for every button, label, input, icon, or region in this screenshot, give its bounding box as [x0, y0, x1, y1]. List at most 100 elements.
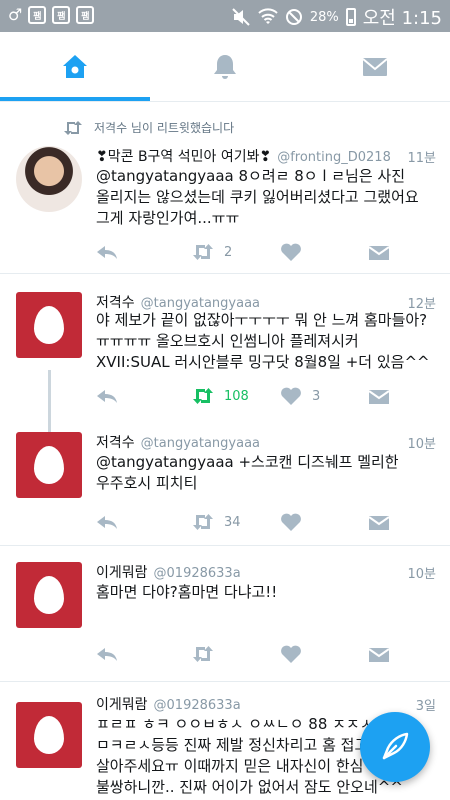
timestamp: 11분: [407, 151, 436, 166]
timeline: 저격수 님이 리트윗했습니다 ❣막콘 B구역 석민아 여기봐❣ @fronting…: [0, 102, 450, 800]
timestamp: 10분: [407, 437, 436, 452]
display-name[interactable]: 저격수: [96, 295, 135, 311]
avatar[interactable]: [16, 292, 82, 358]
retweet-count: 2: [224, 244, 233, 260]
tweet-text: @tangyatangyaaa +스코캔 디즈눼프 멜리한 우주호시 피치티: [96, 453, 399, 492]
display-name[interactable]: 이게뭐람: [96, 697, 148, 713]
display-name[interactable]: 저격수: [96, 435, 135, 451]
handle[interactable]: @01928633a: [154, 566, 241, 581]
retweet-context: 저격수 님이 리트윗했습니다: [64, 119, 234, 136]
retweet-count: 34: [224, 514, 241, 530]
reply-icon: [97, 390, 117, 403]
tweet-header: 저격수 @tangyatangyaaa: [96, 432, 436, 452]
tab-notifications[interactable]: [150, 32, 300, 102]
avatar[interactable]: [16, 702, 82, 768]
retweet-button[interactable]: 108: [192, 384, 249, 408]
envelope-icon: [368, 246, 390, 260]
tweet-actions: 108 3: [96, 384, 396, 408]
handle[interactable]: @fronting_D0218: [277, 150, 391, 165]
tweet-header: 저격수 @tangyatangyaaa: [96, 292, 436, 312]
tab-home[interactable]: [0, 32, 150, 102]
wifi-icon: [258, 8, 278, 24]
heart-icon: [281, 387, 301, 405]
timestamp: 10분: [407, 567, 436, 582]
egg-icon: [34, 576, 64, 614]
active-tab-indicator: [0, 97, 150, 101]
compose-tweet-button[interactable]: [360, 712, 430, 782]
egg-icon: [34, 446, 64, 484]
status-bar-system: 28% 오전 1:15: [231, 4, 442, 30]
tab-messages[interactable]: [300, 32, 450, 102]
reply-button[interactable]: [96, 384, 118, 408]
reply-button[interactable]: [96, 240, 118, 264]
egg-icon: [34, 306, 64, 344]
clock: 오전 1:15: [362, 8, 442, 29]
envelope-icon: [368, 390, 390, 404]
battery-icon: [345, 8, 356, 26]
heart-icon: [281, 513, 301, 531]
tweet[interactable]: 저격수 @tangyatangyaaa 10분 @tangyatangyaaa +…: [0, 414, 450, 546]
heart-icon: [281, 243, 301, 261]
retweet-count: 108: [224, 388, 249, 404]
mute-icon: [232, 8, 250, 26]
handle[interactable]: @tangyatangyaaa: [141, 296, 260, 311]
retweet-icon: [193, 646, 213, 662]
dm-button[interactable]: [368, 384, 390, 408]
app-notification-icon: 팸: [28, 6, 47, 24]
dm-button[interactable]: [368, 510, 390, 534]
avatar[interactable]: [16, 562, 82, 628]
handle[interactable]: @01928633a: [154, 698, 241, 713]
handle[interactable]: @tangyatangyaaa: [141, 436, 260, 451]
reply-button[interactable]: [96, 510, 118, 534]
do-not-disturb-icon: [285, 9, 302, 25]
reply-icon: [97, 246, 117, 259]
app-notification-icon: 팸: [52, 6, 71, 24]
envelope-icon: [362, 58, 388, 76]
retweet-button[interactable]: 34: [192, 510, 241, 534]
like-button[interactable]: [280, 240, 312, 264]
retweet-icon: [193, 388, 213, 404]
egg-icon: [34, 716, 64, 754]
tweet-actions: 2: [96, 240, 396, 264]
retweet-button[interactable]: [192, 642, 214, 666]
like-button[interactable]: [280, 510, 312, 534]
app-notification-icon: 팸: [76, 6, 95, 24]
status-bar: ♂ 팸 팸 팸 28% 오전 1:15: [0, 0, 450, 32]
tweet-header: 이게뭐람 @01928633a: [96, 694, 436, 714]
home-icon: [63, 55, 87, 78]
dm-button[interactable]: [368, 642, 390, 666]
like-button[interactable]: 3: [280, 384, 320, 408]
tweet[interactable]: 이게뭐람 @01928633a 10분 홈마면 다야?홈마면 다냐고!!: [0, 546, 450, 682]
like-count: 3: [312, 388, 321, 404]
tweet-actions: 34: [96, 510, 396, 534]
tab-bar: [0, 32, 450, 102]
reply-icon: [97, 516, 117, 529]
tweet[interactable]: 저격수 님이 리트윗했습니다 ❣막콘 B구역 석민아 여기봐❣ @fronting…: [0, 102, 450, 274]
dm-button[interactable]: [368, 240, 390, 264]
battery-percent: 28%: [309, 9, 339, 25]
tweet-text: 야 제보가 끝이 없잖아ㅜㅜㅜㅜ 뭐 안 느껴 홈마들아?ㅠㅠㅠㅠ 올오브호시 …: [96, 311, 430, 371]
compose-quill-icon: [382, 732, 409, 760]
tweet-header: 이게뭐람 @01928633a: [96, 562, 436, 582]
display-name[interactable]: 이게뭐람: [96, 565, 148, 581]
timestamp: 3일: [415, 699, 436, 714]
retweet-icon: [64, 120, 82, 135]
like-button[interactable]: [280, 642, 302, 666]
avatar[interactable]: [16, 146, 82, 212]
retweet-button[interactable]: 2: [192, 240, 232, 264]
retweet-icon: [193, 244, 213, 260]
tweet-text: @tangyatangyaaa 8ㅇ려ㄹ 8ㅇ l ㄹ님은 사진 올리지는 않으…: [96, 167, 419, 227]
retweet-icon: [193, 514, 213, 530]
envelope-icon: [368, 648, 390, 662]
tweet-actions: [96, 642, 396, 666]
retweet-context-label: 저격수 님이 리트윗했습니다: [94, 121, 235, 135]
reply-icon: [97, 648, 117, 661]
gender-male-icon: ♂: [8, 5, 23, 24]
reply-button[interactable]: [96, 642, 118, 666]
tweet-header: ❣막콘 B구역 석민아 여기봐❣ @fronting_D0218: [96, 146, 436, 166]
heart-icon: [281, 645, 301, 663]
display-name[interactable]: ❣막콘 B구역 석민아 여기봐❣: [96, 149, 271, 165]
avatar[interactable]: [16, 432, 82, 498]
bell-icon: [214, 55, 236, 79]
status-bar-notifications: ♂ 팸 팸 팸: [8, 5, 95, 25]
